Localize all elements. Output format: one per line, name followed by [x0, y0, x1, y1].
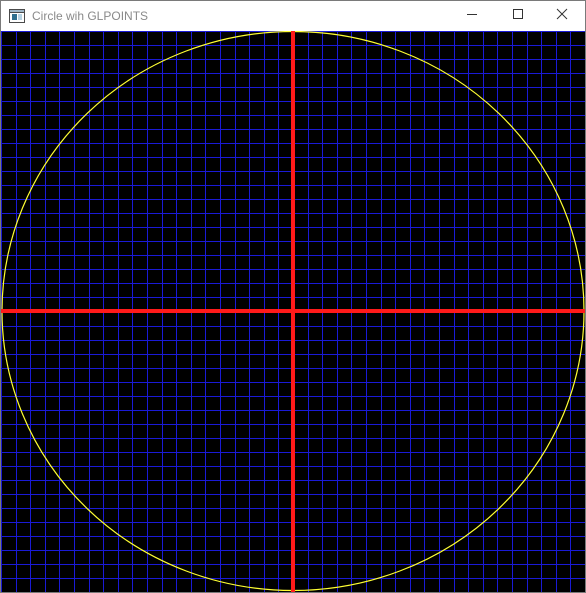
minimize-button[interactable]: [449, 1, 495, 31]
opengl-canvas[interactable]: [1, 31, 585, 592]
maximize-button[interactable]: [495, 1, 541, 31]
minimize-icon: [466, 7, 478, 25]
maximize-icon: [512, 7, 524, 25]
close-button[interactable]: [539, 1, 585, 31]
window-title: Circle wih GLPOINTS: [32, 9, 149, 23]
close-icon: [556, 7, 568, 25]
scene-drawing: [1, 31, 585, 592]
title-bar[interactable]: Circle wih GLPOINTS: [1, 0, 585, 31]
opengl-window-icon: [9, 9, 25, 23]
app-window: Circle wih GLPOINTS: [0, 0, 586, 593]
